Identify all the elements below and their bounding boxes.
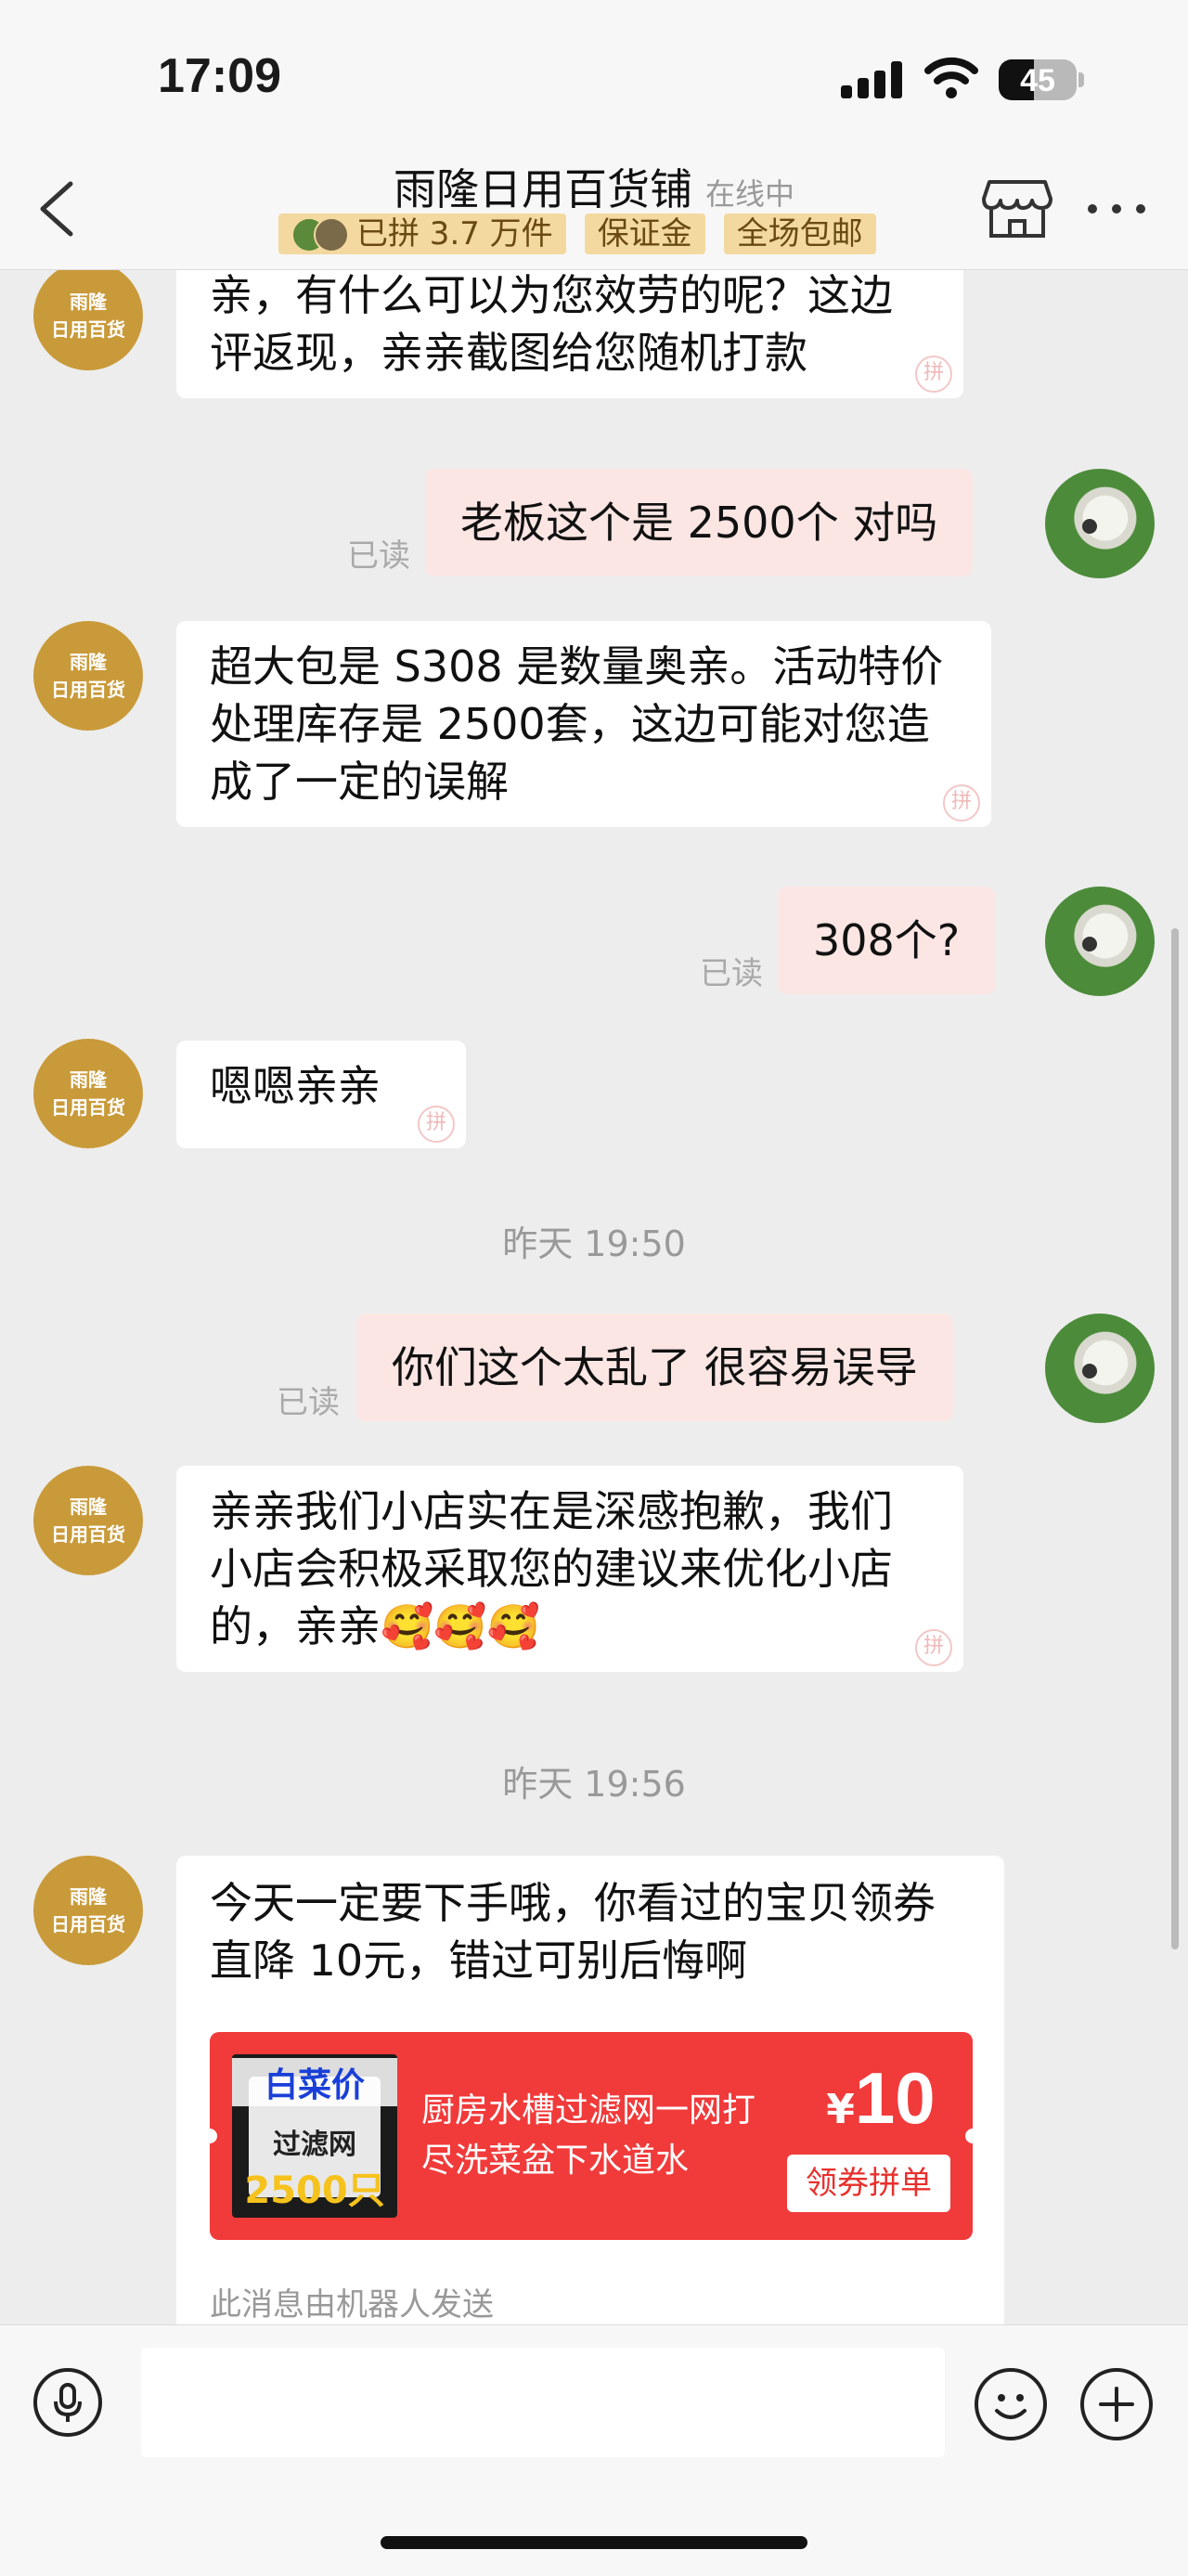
battery-tip	[1078, 72, 1084, 87]
message-bubble-shop[interactable]: 嗯嗯亲亲 拼	[176, 1041, 466, 1148]
home-indicator[interactable]	[381, 2536, 807, 2549]
bot-message-card: 今天一定要下手哦，你看过的宝贝领券直降 10元，错过可别后悔啊 白菜价 过滤网 …	[176, 1856, 1004, 2324]
read-status: 已读	[347, 537, 410, 575]
product-image-label: 过滤网	[273, 2129, 356, 2161]
message-text: 308个?	[813, 915, 961, 965]
shop-avatar-line1: 雨隆	[70, 1068, 107, 1091]
shop-avatar-line2: 日用百货	[51, 1523, 125, 1546]
shop-avatar-line2: 日用百货	[51, 318, 125, 341]
badge-deposit: 保证金	[584, 214, 705, 254]
read-status: 已读	[277, 1384, 340, 1421]
shop-name: 雨隆日用百货铺	[393, 164, 692, 214]
currency-symbol: ¥	[826, 2086, 855, 2133]
message-text: 你们这个太乱了 很容易误导	[392, 1342, 918, 1392]
shop-avatar-line2: 日用百货	[51, 679, 125, 701]
coupon-price: ¥10	[811, 2056, 950, 2141]
shop-avatar-line1: 雨隆	[70, 1885, 107, 1908]
product-image[interactable]: 白菜价 过滤网 2500只	[232, 2054, 397, 2218]
shop-avatar-line2: 日用百货	[51, 1913, 125, 1935]
user-avatar[interactable]	[1045, 1314, 1155, 1423]
product-image-tag: 白菜价	[232, 2058, 397, 2106]
pdd-watermark-icon: 拼	[943, 784, 980, 822]
timestamp: 昨天 19:50	[502, 1223, 686, 1264]
badge-group-buy-label: 已拼 3.7 万件	[356, 215, 553, 252]
chat-messages[interactable]: 雨隆 日用百货 亲，有什么可以为您效劳的呢？这边评返现，亲亲截图给您随机打款 拼…	[0, 270, 1188, 2324]
chat-header: 雨隆日用百货铺 在线中 已拼 3.7 万件 保证金 全场包邮	[0, 149, 1188, 270]
battery-icon: 45	[999, 59, 1077, 100]
wifi-icon	[924, 57, 978, 98]
status-bar: 17:09 45	[0, 0, 1188, 149]
scrollbar[interactable]	[1171, 928, 1179, 1949]
shop-avatar-line1: 雨隆	[70, 291, 107, 313]
shop-avatar-line2: 日用百货	[51, 1096, 125, 1119]
signal-icon	[841, 59, 906, 98]
claim-coupon-button[interactable]: 领券拼单	[787, 2155, 950, 2212]
product-title: 厨房水槽过滤网一网打尽洗菜盆下水道水	[421, 2091, 756, 2180]
read-status: 已读	[700, 955, 763, 992]
more-icon[interactable]	[1084, 195, 1149, 223]
coupon-notch	[965, 2129, 980, 2143]
message-bubble-user[interactable]: 308个?	[778, 887, 996, 994]
pdd-watermark-icon: 拼	[418, 1106, 455, 1143]
message-input[interactable]	[141, 2348, 945, 2457]
shop-avatar-line1: 雨隆	[70, 1495, 107, 1518]
microphone-icon[interactable]	[33, 2368, 102, 2437]
message-text: 亲，有什么可以为您效劳的呢？这边评返现，亲亲截图给您随机打款	[210, 270, 893, 378]
coupon-amount: 10	[854, 2057, 936, 2139]
badge-group-buy: 已拼 3.7 万件	[278, 214, 566, 254]
shop-avatar[interactable]: 雨隆 日用百货	[33, 270, 143, 370]
timestamp: 昨天 19:56	[502, 1764, 686, 1805]
emoji-icon[interactable]	[975, 2368, 1047, 2440]
buyer-avatars-icon	[291, 217, 349, 252]
bot-message-text: 今天一定要下手哦，你看过的宝贝领券直降 10元，错过可别后悔啊	[210, 1878, 936, 1986]
message-text: 亲亲我们小店实在是深感抱歉，我们小店会积极采取您的建议来优化小店的，亲亲🥰🥰🥰	[210, 1486, 893, 1651]
message-text: 老板这个是 2500个 对吗	[460, 498, 938, 548]
shop-avatar[interactable]: 雨隆 日用百货	[33, 1039, 143, 1148]
product-image-quantity: 2500只	[244, 2169, 385, 2212]
message-bubble-shop[interactable]: 亲，有什么可以为您效劳的呢？这边评返现，亲亲截图给您随机打款 拼	[176, 270, 963, 398]
message-bubble-user[interactable]: 你们这个太乱了 很容易误导	[356, 1314, 953, 1421]
shop-avatar[interactable]: 雨隆 日用百货	[33, 621, 143, 731]
shop-avatar[interactable]: 雨隆 日用百货	[33, 1466, 143, 1575]
message-text: 嗯嗯亲亲	[210, 1061, 381, 1111]
user-avatar[interactable]	[1045, 469, 1155, 578]
shop-avatar-line1: 雨隆	[70, 651, 107, 673]
message-bubble-user[interactable]: 老板这个是 2500个 对吗	[425, 469, 974, 576]
message-bubble-shop[interactable]: 超大包是 S308 是数量奥亲。活动特价处理库存是 2500套，这边可能对您造成…	[176, 621, 991, 827]
message-text: 超大包是 S308 是数量奥亲。活动特价处理库存是 2500套，这边可能对您造成…	[210, 641, 944, 807]
bot-note: 此消息由机器人发送	[210, 2286, 494, 2324]
microphone-glyph	[54, 2383, 82, 2422]
plus-glyph	[1099, 2387, 1134, 2422]
user-avatar[interactable]	[1045, 887, 1155, 996]
pdd-watermark-icon: 拼	[915, 1629, 952, 1666]
coupon-card[interactable]: 白菜价 过滤网 2500只 厨房水槽过滤网一网打尽洗菜盆下水道水 ¥10 领券拼…	[202, 2032, 980, 2240]
badge-free-shipping: 全场包邮	[723, 214, 876, 254]
status-time: 17:09	[158, 49, 281, 103]
emoji-glyph	[995, 2394, 1027, 2419]
battery-level: 45	[1020, 63, 1055, 98]
shop-badges: 已拼 3.7 万件 保证金 全场包邮	[278, 214, 876, 254]
coupon-notch	[202, 2129, 217, 2143]
plus-icon[interactable]	[1080, 2368, 1153, 2440]
pdd-watermark-icon: 拼	[915, 356, 952, 393]
message-bubble-shop[interactable]: 亲亲我们小店实在是深感抱歉，我们小店会积极采取您的建议来优化小店的，亲亲🥰🥰🥰 …	[176, 1466, 963, 1672]
store-icon[interactable]	[980, 173, 1054, 241]
shop-avatar[interactable]: 雨隆 日用百货	[33, 1856, 143, 1965]
online-status: 在线中	[704, 176, 794, 212]
